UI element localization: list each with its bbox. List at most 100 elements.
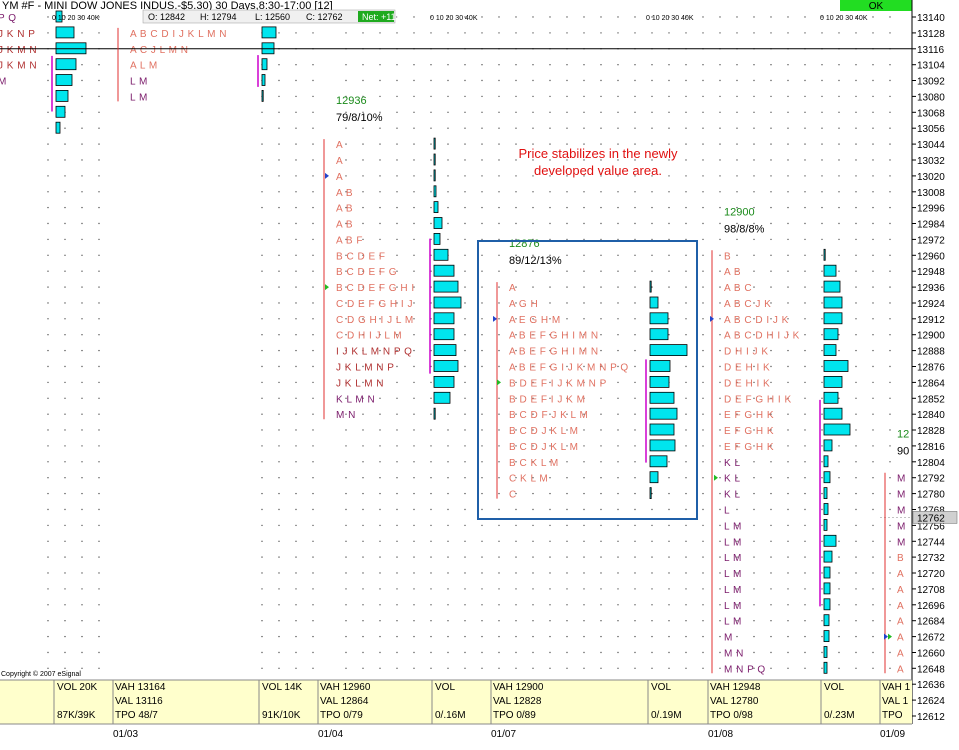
- grid-dot: [362, 175, 364, 177]
- grid-dot: [464, 175, 466, 177]
- grid-dot: [668, 286, 670, 288]
- grid-dot: [719, 32, 721, 34]
- grid-dot: [719, 222, 721, 225]
- session-date-label: 01/03: [113, 729, 138, 740]
- grid-dot: [312, 63, 314, 66]
- volume-bar: [261, 90, 264, 102]
- price-axis[interactable]: 1314013128131161310413092130801306813056…: [911, 0, 959, 750]
- grid-dot: [702, 540, 704, 542]
- grid-dot: [64, 429, 66, 431]
- volume-bar: [649, 407, 678, 420]
- grid-dot: [515, 127, 517, 129]
- grid-dot: [362, 588, 364, 590]
- grid-dot: [770, 127, 772, 129]
- grid-dot: [447, 238, 449, 241]
- grid-dot: [821, 349, 823, 352]
- grid-dot: [838, 254, 840, 256]
- grid-dot: [838, 79, 840, 82]
- grid-dot: [464, 206, 466, 209]
- grid-dot: [81, 143, 83, 145]
- grid-dot: [447, 540, 449, 542]
- grid-dot: [98, 111, 100, 114]
- grid-dot: [668, 651, 670, 654]
- grid-dot: [617, 191, 619, 193]
- grid-dot: [362, 222, 364, 225]
- grid-dot: [634, 492, 636, 495]
- grid-dot: [430, 397, 432, 399]
- close-price-arrow: [325, 284, 329, 291]
- grid-dot: [498, 461, 500, 463]
- price-tick-label: 12684: [917, 617, 945, 628]
- grid-dot: [515, 111, 517, 114]
- grid-dot: [872, 16, 874, 18]
- grid-dot: [98, 492, 100, 495]
- grid-dot: [600, 206, 602, 209]
- grid-dot: [430, 588, 432, 590]
- tpo-row-s3: C D H I J L M: [336, 331, 402, 342]
- price-tick-label: 13104: [917, 61, 945, 72]
- grid-dot: [81, 445, 83, 447]
- grid-dot: [447, 651, 449, 654]
- grid-dot: [47, 397, 49, 399]
- grid-dot: [47, 175, 49, 177]
- grid-dot: [81, 318, 83, 320]
- grid-dot: [821, 270, 823, 272]
- grid-dot: [278, 254, 280, 256]
- grid-dot: [753, 111, 755, 114]
- grid-dot: [345, 651, 347, 654]
- grid-dot: [736, 238, 738, 241]
- grid-dot: [430, 95, 432, 98]
- grid-dot: [804, 413, 806, 415]
- price-tick-label: 12864: [917, 378, 945, 389]
- grid-dot: [413, 397, 415, 399]
- grid-dot: [396, 477, 398, 479]
- grid-dot: [549, 620, 551, 622]
- grid-dot: [634, 302, 636, 304]
- grid-dot: [295, 620, 297, 622]
- grid-dot: [464, 588, 466, 590]
- grid-dot: [498, 143, 500, 145]
- footer-tpo: TPO 0/89: [493, 710, 536, 721]
- grid-dot: [64, 143, 66, 145]
- tpo-row-s6: M: [897, 506, 906, 517]
- grid-dot: [889, 524, 891, 527]
- grid-dot: [702, 318, 704, 320]
- grid-dot: [396, 508, 398, 511]
- grid-dot: [889, 95, 891, 98]
- grid-dot: [719, 588, 721, 590]
- grid-dot: [617, 477, 619, 479]
- grid-dot: [634, 556, 636, 558]
- grid-dot: [855, 604, 857, 606]
- grid-dot: [685, 445, 687, 447]
- volume-bar: [55, 74, 73, 86]
- grid-dot: [787, 381, 789, 384]
- grid-dot: [566, 270, 568, 272]
- grid-dot: [464, 445, 466, 447]
- grid-dot: [362, 540, 364, 542]
- grid-dot: [685, 651, 687, 654]
- grid-dot: [295, 429, 297, 431]
- grid-dot: [872, 381, 874, 384]
- grid-dot: [736, 79, 738, 82]
- grid-dot: [81, 540, 83, 542]
- grid-dot: [702, 79, 704, 82]
- grid-dot: [668, 667, 670, 669]
- grid-dot: [362, 445, 364, 447]
- grid-dot: [261, 111, 263, 114]
- grid-dot: [634, 254, 636, 256]
- grid-dot: [702, 222, 704, 225]
- grid-dot: [261, 159, 263, 161]
- grid-dot: [481, 397, 483, 399]
- grid-dot: [821, 524, 823, 527]
- grid-dot: [634, 477, 636, 479]
- grid-dot: [855, 588, 857, 590]
- market-profile-chart[interactable]: P QJ K N PJ K M NJ K M NMA B C D I J K L…: [0, 0, 959, 750]
- grid-dot: [753, 175, 755, 177]
- grid-dot: [295, 191, 297, 193]
- grid-dot: [396, 32, 398, 34]
- grid-dot: [787, 667, 789, 669]
- grid-dot: [532, 524, 534, 527]
- grid-dot: [532, 270, 534, 272]
- grid-dot: [447, 635, 449, 638]
- grid-dot: [702, 191, 704, 193]
